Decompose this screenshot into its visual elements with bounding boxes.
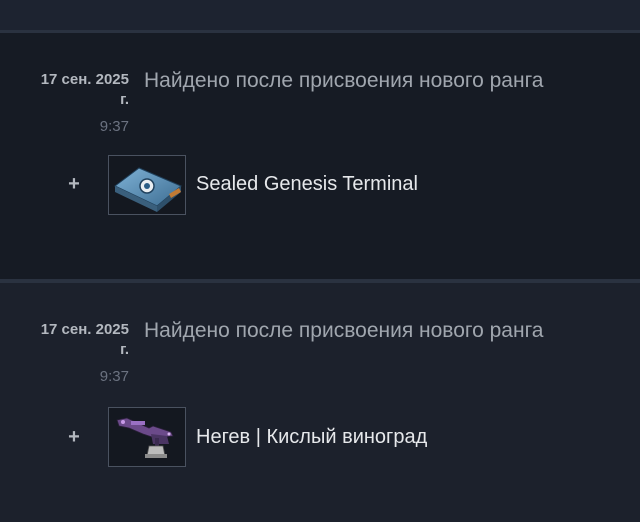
added-item-plus-icon: + (68, 426, 80, 448)
history-entry: 17 сен. 2025 г. 9:37 Найдено после присв… (0, 283, 640, 522)
item-name-link[interactable]: Негев | Кислый виноград (196, 424, 427, 450)
entry-description: Найдено после присвоения нового ранга (144, 69, 544, 92)
inventory-history-page: 17 сен. 2025 г. 9:37 Найдено после присв… (0, 0, 640, 522)
entry-time: 9:37 (99, 368, 129, 385)
item-thumbnail[interactable] (108, 407, 186, 467)
added-item-plus-icon: + (68, 173, 80, 195)
entry-date-text: 17 сен. 2025 (40, 321, 129, 338)
item-thumbnail[interactable] (108, 155, 186, 215)
item-name-link[interactable]: Sealed Genesis Terminal (196, 171, 418, 197)
history-entry: 17 сен. 2025 г. 9:37 Найдено после присв… (0, 33, 640, 279)
entry-date: 17 сен. 2025 г. (8, 320, 129, 360)
entry-date-text: 17 сен. 2025 (40, 71, 129, 88)
negev-rifle-icon (116, 417, 174, 458)
terminal-case-icon (114, 167, 182, 212)
previous-entry-edge (0, 0, 640, 30)
entry-date: 17 сен. 2025 г. (8, 70, 129, 110)
entry-description: Найдено после присвоения нового ранга (144, 319, 544, 342)
entry-date-year-suffix: г. (120, 341, 129, 358)
entry-date-year-suffix: г. (120, 91, 129, 108)
entry-time: 9:37 (99, 118, 129, 135)
